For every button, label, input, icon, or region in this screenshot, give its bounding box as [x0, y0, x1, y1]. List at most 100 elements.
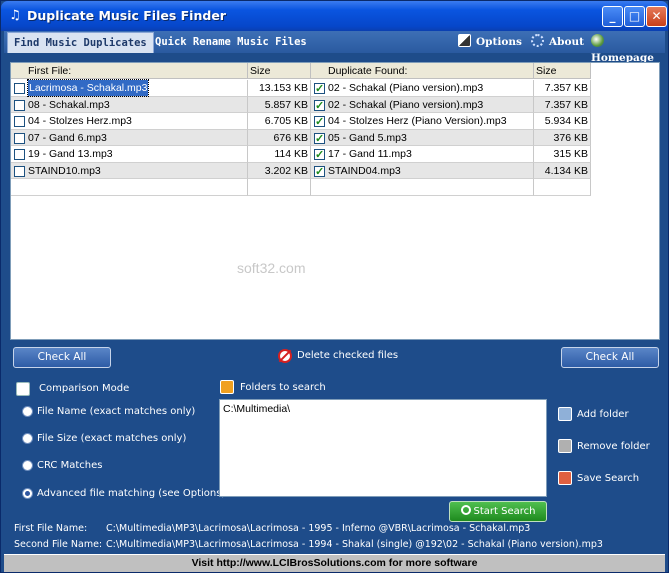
window-title: Duplicate Music Files Finder	[27, 8, 226, 23]
row-checkbox[interactable]	[314, 98, 325, 114]
row-checkbox[interactable]	[14, 132, 25, 144]
about-menu[interactable]: About	[531, 34, 584, 50]
second-file-label: Second File Name:	[14, 539, 103, 550]
duplicate-file-name: STAIND04.mp3	[328, 164, 401, 177]
second-file-path: C:\Multimedia\MP3\Lacrimosa\Lacrimosa - …	[106, 539, 603, 550]
comparison-icon	[16, 382, 30, 396]
first-file-name: 07 - Gand 6.mp3	[28, 131, 107, 144]
empty-cell	[248, 179, 311, 196]
duplicate-file-size: 376 KB	[534, 129, 591, 146]
first-file-name: 04 - Stolzes Herz.mp3	[28, 115, 132, 127]
row-checkbox[interactable]	[14, 83, 25, 94]
first-file-size: 676 KB	[248, 129, 311, 146]
first-file-cell[interactable]: STAIND10.mp3	[11, 162, 248, 179]
footer-link[interactable]: Visit http://www.LCIBrosSolutions.com fo…	[4, 554, 665, 572]
row-checkbox[interactable]	[314, 131, 325, 147]
first-file-cell[interactable]: 04 - Stolzes Herz.mp3	[11, 113, 248, 130]
tab-find-music-duplicates[interactable]: Find Music Duplicates	[7, 32, 154, 53]
duplicate-file-size: 5.934 KB	[534, 113, 591, 130]
first-file-size: 114 KB	[248, 146, 311, 163]
folders-list[interactable]: C:\Multimedia\	[219, 399, 547, 497]
minimize-button[interactable]: _	[602, 6, 623, 27]
table-row[interactable]: 08 - Schakal.mp3 5.857 KB 02 - Schakal (Pi…	[11, 96, 591, 114]
row-checkbox[interactable]	[14, 165, 25, 177]
app-window: ♫ Duplicate Music Files Finder _ □ ✕ Fin…	[0, 0, 669, 573]
radio-button-selected[interactable]	[22, 488, 33, 499]
save-search-label: Save Search	[577, 473, 640, 484]
options-icon	[458, 34, 471, 47]
duplicate-file-size: 7.357 KB	[534, 80, 591, 97]
remove-folder-icon	[558, 439, 572, 453]
radio-button[interactable]	[22, 406, 33, 417]
maximize-button[interactable]: □	[624, 6, 645, 27]
first-file-name: 08 - Schakal.mp3	[28, 98, 110, 111]
delete-checked-label: Delete checked files	[297, 350, 399, 361]
first-file-name: 19 - Gand 13.mp3	[28, 148, 113, 160]
duplicate-file-cell[interactable]: STAIND04.mp3	[311, 162, 534, 180]
first-file-cell[interactable]: Lacrimosa - Schakal.mp3	[11, 79, 248, 97]
options-label: Options	[476, 36, 522, 48]
table-row[interactable]: 04 - Stolzes Herz.mp3 6.705 KB 04 - Stolze…	[11, 113, 591, 130]
duplicate-file-size: 4.134 KB	[534, 162, 591, 179]
table-row[interactable]: 19 - Gand 13.mp3 114 KB 17 - Gand 11.mp3 31…	[11, 146, 591, 163]
duplicate-file-size: 7.357 KB	[534, 96, 591, 113]
radio-button[interactable]	[22, 460, 33, 471]
duplicate-file-name: 02 - Schakal (Piano version).mp3	[328, 98, 484, 111]
first-file-name: Lacrimosa - Schakal.mp3	[26, 79, 150, 97]
close-button[interactable]: ✕	[646, 6, 667, 27]
about-label: About	[549, 36, 584, 48]
row-checkbox[interactable]	[314, 114, 325, 130]
duplicate-file-size: 315 KB	[534, 146, 591, 163]
globe-icon	[591, 34, 604, 47]
column-first-size[interactable]: Size	[248, 63, 311, 79]
music-note-icon: ♫	[9, 8, 21, 23]
tab-strip: Find Music Duplicates Quick Rename Music…	[4, 31, 665, 64]
duplicate-file-cell[interactable]: 02 - Schakal (Piano version).mp3	[311, 96, 534, 114]
duplicate-file-name: 04 - Stolzes Herz (Piano Version).mp3	[328, 115, 507, 127]
empty-cell	[311, 179, 534, 196]
magnifier-icon	[460, 505, 471, 515]
row-checkbox[interactable]	[314, 81, 325, 97]
first-file-size: 3.202 KB	[248, 162, 311, 179]
watermark-text: soft32.com	[237, 260, 306, 276]
folders-title: Folders to search	[240, 382, 326, 393]
duplicate-file-cell[interactable]: 02 - Schakal (Piano version).mp3	[311, 80, 534, 97]
table-row[interactable]: Lacrimosa - Schakal.mp3 13.153 KB 02 - Sch…	[11, 79, 591, 97]
radio-label: File Size (exact matches only)	[37, 433, 187, 444]
duplicate-file-cell[interactable]: 05 - Gand 5.mp3	[311, 129, 534, 147]
row-checkbox[interactable]	[14, 149, 25, 160]
first-file-cell[interactable]: 08 - Schakal.mp3	[11, 96, 248, 113]
folder-entry[interactable]: C:\Multimedia\	[223, 403, 543, 415]
start-search-button[interactable]: Start Search	[449, 501, 547, 522]
results-grid[interactable]: First File: Size Duplicate Found: Size L…	[10, 62, 660, 340]
row-checkbox[interactable]	[314, 164, 325, 180]
options-menu[interactable]: Options	[458, 34, 522, 50]
first-file-cell[interactable]: 19 - Gand 13.mp3	[11, 146, 248, 163]
title-bar[interactable]: ♫ Duplicate Music Files Finder _ □ ✕	[1, 1, 668, 31]
row-checkbox[interactable]	[14, 116, 25, 127]
duplicate-file-name: 02 - Schakal (Piano version).mp3	[328, 82, 484, 94]
duplicate-file-cell[interactable]: 17 - Gand 11.mp3	[311, 146, 534, 163]
radio-button[interactable]	[22, 433, 33, 444]
row-checkbox[interactable]	[14, 99, 25, 111]
first-file-size: 6.705 KB	[248, 113, 311, 130]
column-dup-size[interactable]: Size	[534, 63, 591, 79]
duplicate-file-cell[interactable]: 04 - Stolzes Herz (Piano Version).mp3	[311, 113, 534, 130]
add-folder-icon	[558, 407, 572, 421]
comparison-title: Comparison Mode	[39, 383, 130, 394]
column-duplicate-found[interactable]: Duplicate Found:	[311, 63, 534, 79]
first-file-cell[interactable]: 07 - Gand 6.mp3	[11, 129, 248, 146]
gear-icon	[531, 34, 544, 47]
duplicate-file-name: 05 - Gand 5.mp3	[328, 131, 407, 144]
tab-quick-rename[interactable]: Quick Rename Music Files	[149, 32, 313, 53]
table-row[interactable]: 07 - Gand 6.mp3 676 KB 05 - Gand 5.mp3 376 …	[11, 129, 591, 147]
check-all-right-button[interactable]: Check All	[561, 347, 659, 368]
row-checkbox[interactable]	[314, 147, 325, 163]
homepage-menu[interactable]: Homepage	[591, 34, 665, 64]
empty-cell	[534, 179, 591, 196]
remove-folder-label: Remove folder	[577, 441, 650, 452]
table-row[interactable]: STAIND10.mp3 3.202 KB STAIND04.mp3 4.134 KB	[11, 162, 591, 180]
column-first-file[interactable]: First File:	[11, 63, 248, 79]
check-all-left-button[interactable]: Check All	[13, 347, 111, 368]
first-file-path: C:\Multimedia\MP3\Lacrimosa\Lacrimosa - …	[106, 523, 531, 534]
